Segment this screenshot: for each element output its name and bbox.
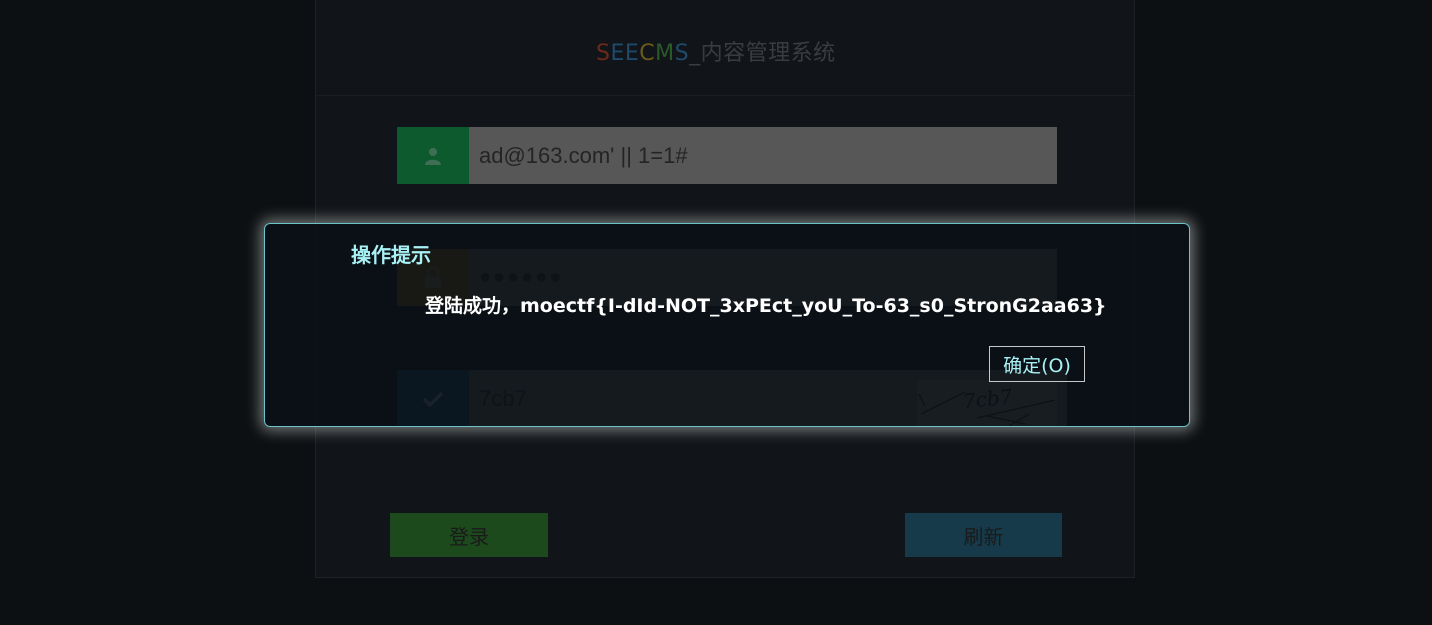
brand-letter: S [596, 41, 611, 66]
user-icon [397, 127, 469, 184]
brand-letter: C [639, 41, 656, 66]
brand-logo: SEECMS_内容管理系统 [596, 35, 836, 67]
page: SEECMS_内容管理系统 ad@163.com' || 1=1# ●●●●●● [0, 0, 1432, 625]
alert-message: 登陆成功，moectf{I-dId-NOT_3xPEct_yoU_To-63_s… [425, 295, 1107, 317]
username-field[interactable]: ad@163.com' || 1=1# [397, 127, 1057, 184]
login-button[interactable]: 登录 [390, 513, 548, 557]
refresh-button[interactable]: 刷新 [905, 513, 1062, 557]
ok-button[interactable]: 确定(O) [989, 346, 1085, 382]
brand-suffix: _内容管理系统 [689, 41, 836, 66]
card-header: SEECMS_内容管理系统 [316, 0, 1134, 96]
alert-dialog: 操作提示 登陆成功，moectf{I-dId-NOT_3xPEct_yoU_To… [264, 223, 1190, 427]
brand-letter: E [610, 41, 625, 66]
brand-letter: E [624, 41, 640, 66]
brand-letter: S [674, 41, 690, 66]
username-value[interactable]: ad@163.com' || 1=1# [479, 127, 688, 184]
brand-letter: M [655, 41, 675, 66]
alert-title: 操作提示 [351, 243, 431, 267]
